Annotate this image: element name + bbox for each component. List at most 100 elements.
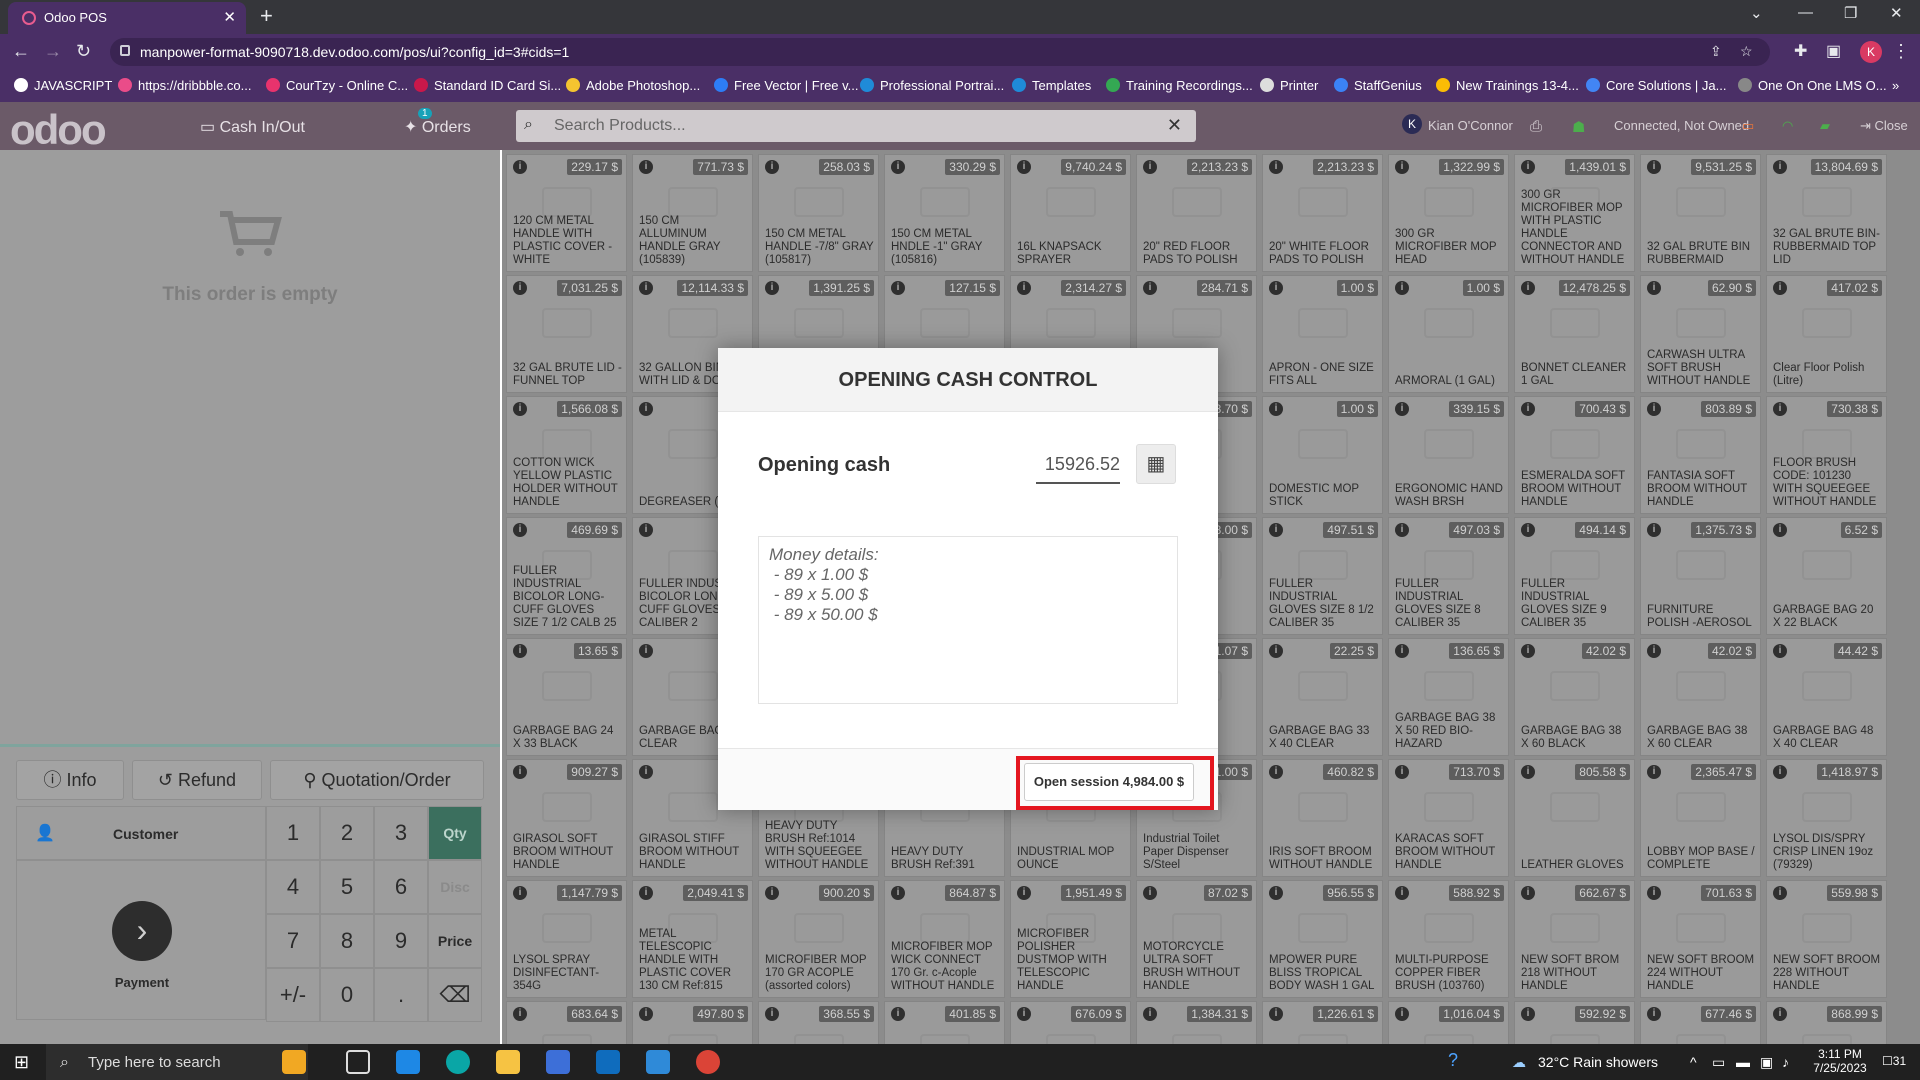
product-info-icon[interactable]: i xyxy=(891,886,905,900)
product-info-icon[interactable]: i xyxy=(513,765,527,779)
product-info-icon[interactable]: i xyxy=(1773,886,1787,900)
tray-meet-icon[interactable]: ▭ xyxy=(1712,1054,1725,1071)
product-info-icon[interactable]: i xyxy=(1521,765,1535,779)
product-card[interactable]: i 1,566.08 $ COTTON WICK YELLOW PLASTIC HO… xyxy=(506,396,627,514)
numpad-key-0[interactable]: 0 xyxy=(320,968,374,1022)
product-card[interactable]: i 1,226.61 $ xyxy=(1262,1001,1383,1044)
product-info-icon[interactable]: i xyxy=(1773,281,1787,295)
file-explorer-folder-icon[interactable] xyxy=(282,1050,306,1074)
bookmark-item[interactable]: Standard ID Card Si... xyxy=(414,78,561,93)
product-info-icon[interactable]: i xyxy=(1647,160,1661,174)
bookmark-item[interactable]: Free Vector | Free v... xyxy=(714,78,859,93)
product-info-icon[interactable]: i xyxy=(1395,886,1409,900)
product-info-icon[interactable]: i xyxy=(1647,402,1661,416)
product-card[interactable]: i 700.43 $ ESMERALDA SOFT BROOM WITHOUT HA… xyxy=(1514,396,1635,514)
product-card[interactable]: i 44.42 $ GARBAGE BAG 48 X 40 CLEAR xyxy=(1766,638,1887,756)
product-info-icon[interactable]: i xyxy=(1395,1007,1409,1021)
mail-icon[interactable] xyxy=(396,1050,420,1074)
product-info-icon[interactable]: i xyxy=(1773,523,1787,537)
bookmark-item[interactable]: Templates xyxy=(1012,78,1091,93)
product-card[interactable]: i 401.85 $ xyxy=(884,1001,1005,1044)
product-info-icon[interactable]: i xyxy=(639,765,653,779)
tray-battery-icon[interactable]: ▬ xyxy=(1736,1054,1750,1070)
bookmark-item[interactable]: One On One LMS O... xyxy=(1738,78,1887,93)
cashier-name[interactable]: Kian O'Connor xyxy=(1428,118,1513,133)
forward-icon[interactable]: → xyxy=(44,41,62,62)
numpad-key-8[interactable]: 8 xyxy=(320,914,374,968)
product-card[interactable]: i 676.09 $ xyxy=(1010,1001,1131,1044)
product-info-icon[interactable]: i xyxy=(1017,160,1031,174)
product-card[interactable]: i 42.02 $ GARBAGE BAG 38 X 60 BLACK xyxy=(1514,638,1635,756)
reload-icon[interactable]: ↻ xyxy=(76,41,91,62)
product-info-icon[interactable]: i xyxy=(1269,886,1283,900)
product-card[interactable]: i 330.29 $ 150 CM METAL HNDLE -1" GRAY (10… xyxy=(884,154,1005,272)
product-info-icon[interactable]: i xyxy=(513,402,527,416)
product-info-icon[interactable]: i xyxy=(1395,160,1409,174)
weather-text[interactable]: 32°C Rain showers xyxy=(1538,1054,1658,1070)
product-card[interactable]: i 13.65 $ GARBAGE BAG 24 X 33 BLACK xyxy=(506,638,627,756)
product-info-icon[interactable]: i xyxy=(765,1007,779,1021)
product-card[interactable]: i 771.73 $ 150 CM ALLUMINUM HANDLE GRAY (1… xyxy=(632,154,753,272)
numpad-key-4[interactable]: 4 xyxy=(266,860,320,914)
vscode-icon[interactable] xyxy=(646,1050,670,1074)
tray-network-icon[interactable]: ▣ xyxy=(1760,1054,1773,1071)
product-card[interactable]: i 497.80 $ xyxy=(632,1001,753,1044)
menu-icon[interactable]: ⋮ xyxy=(1892,41,1910,62)
product-card[interactable]: i 339.15 $ ERGONOMIC HAND WASH BRSH xyxy=(1388,396,1509,514)
restore-icon[interactable]: ❐ xyxy=(1844,4,1857,22)
numpad-key-1[interactable]: 1 xyxy=(266,806,320,860)
product-card[interactable]: i 1,375.73 $ FURNITURE POLISH -AEROSOL xyxy=(1640,517,1761,635)
product-info-icon[interactable]: i xyxy=(1773,644,1787,658)
product-info-icon[interactable]: i xyxy=(1269,281,1283,295)
chrome-icon[interactable] xyxy=(696,1050,720,1074)
store-icon[interactable] xyxy=(546,1050,570,1074)
product-info-icon[interactable]: i xyxy=(639,160,653,174)
product-info-icon[interactable]: i xyxy=(513,1007,527,1021)
product-info-icon[interactable]: i xyxy=(513,281,527,295)
product-card[interactable]: i 368.55 $ xyxy=(758,1001,879,1044)
product-card[interactable]: i 868.99 $ xyxy=(1766,1001,1887,1044)
product-info-icon[interactable]: i xyxy=(513,160,527,174)
product-card[interactable]: i 6.52 $ GARBAGE BAG 20 X 22 BLACK xyxy=(1766,517,1887,635)
profile-avatar[interactable]: K xyxy=(1860,41,1882,63)
bookmark-item[interactable]: Training Recordings... xyxy=(1106,78,1253,93)
bookmark-item[interactable]: CourTzy - Online C... xyxy=(266,78,408,93)
product-info-icon[interactable]: i xyxy=(1647,886,1661,900)
product-card[interactable]: i 662.67 $ NEW SOFT BROM 218 WITHOUT HANDL… xyxy=(1514,880,1635,998)
product-info-icon[interactable]: i xyxy=(1521,644,1535,658)
clear-search-icon[interactable]: ✕ xyxy=(1167,115,1182,136)
close-pos-button[interactable]: ⇥ Close xyxy=(1860,118,1908,134)
product-info-icon[interactable]: i xyxy=(1017,1007,1031,1021)
product-info-icon[interactable]: i xyxy=(1773,160,1787,174)
product-info-icon[interactable]: i xyxy=(891,1007,905,1021)
numpad-key-2[interactable]: 2 xyxy=(320,806,374,860)
product-card[interactable]: i 713.70 $ KARACAS SOFT BROOM WITHOUT HAND… xyxy=(1388,759,1509,877)
product-info-icon[interactable]: i xyxy=(1521,160,1535,174)
search-input[interactable]: Search Products... xyxy=(554,117,686,135)
product-info-icon[interactable]: i xyxy=(1773,402,1787,416)
product-info-icon[interactable]: i xyxy=(891,160,905,174)
product-info-icon[interactable]: i xyxy=(891,281,905,295)
numpad-key-7[interactable]: 7 xyxy=(266,914,320,968)
edge-icon[interactable] xyxy=(446,1050,470,1074)
product-info-icon[interactable]: i xyxy=(1521,886,1535,900)
product-card[interactable]: i 683.64 $ xyxy=(506,1001,627,1044)
minimize-icon[interactable]: — xyxy=(1798,4,1813,21)
product-card[interactable]: i 12,478.25 $ BONNET CLEANER 1 GAL xyxy=(1514,275,1635,393)
product-info-icon[interactable]: i xyxy=(1395,644,1409,658)
product-card[interactable]: i 9,531.25 $ 32 GAL BRUTE BIN RUBBERMAID xyxy=(1640,154,1761,272)
back-icon[interactable]: ← xyxy=(12,41,30,62)
windows-start-icon[interactable]: ⊞ xyxy=(14,1052,29,1073)
close-window-icon[interactable]: ✕ xyxy=(1890,4,1903,22)
outlook-icon[interactable] xyxy=(596,1050,620,1074)
product-card[interactable]: i 2,365.47 $ LOBBY MOP BASE / COMPLETE xyxy=(1640,759,1761,877)
price-mode-button[interactable]: Price xyxy=(428,914,482,968)
bookmark-star-icon[interactable]: ☆ xyxy=(1740,43,1753,60)
tab-odoo-pos[interactable]: Odoo POS ✕ xyxy=(8,2,246,34)
product-info-icon[interactable]: i xyxy=(1269,523,1283,537)
product-info-icon[interactable]: i xyxy=(1521,281,1535,295)
product-card[interactable]: i 2,049.41 $ METAL TELESCOPIC HANDLE WITH … xyxy=(632,880,753,998)
product-info-icon[interactable]: i xyxy=(765,160,779,174)
product-card[interactable]: i 229.17 $ 120 CM METAL HANDLE WITH PLASTI… xyxy=(506,154,627,272)
product-card[interactable]: i 9,740.24 $ 16L KNAPSACK SPRAYER xyxy=(1010,154,1131,272)
